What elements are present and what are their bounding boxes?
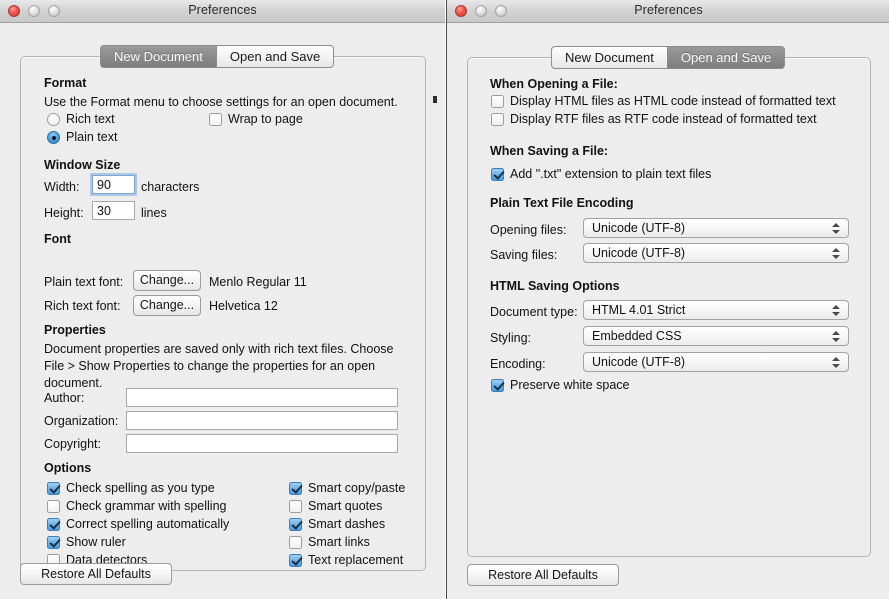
encoding-select[interactable]: Unicode (UTF-8) [583, 352, 849, 372]
width-input[interactable] [92, 175, 135, 194]
restore-all-defaults-button-left[interactable]: Restore All Defaults [20, 563, 172, 585]
html-saving-options-heading: HTML Saving Options [490, 279, 620, 293]
when-saving-heading: When Saving a File: [490, 144, 609, 158]
checkbox-show-ruler-label: Show ruler [66, 535, 126, 549]
checkbox-display-html-as-code-label: Display HTML files as HTML code instead … [510, 94, 836, 108]
encoding-value: Unicode (UTF-8) [592, 355, 686, 369]
checkbox-show-ruler[interactable] [47, 536, 60, 549]
checkbox-check-spelling-as-you-type-label: Check spelling as you type [66, 481, 215, 495]
width-unit-label: characters [141, 180, 200, 194]
rich-text-font-value: Helvetica 12 [209, 299, 278, 313]
organization-label: Organization: [44, 414, 119, 428]
checkbox-display-rtf-as-code[interactable] [491, 113, 504, 126]
height-unit-label: lines [141, 206, 167, 220]
opening-files-encoding-value: Unicode (UTF-8) [592, 221, 686, 235]
opening-files-encoding-select[interactable]: Unicode (UTF-8) [583, 218, 849, 238]
checkbox-correct-spelling-automatically-label: Correct spelling automatically [66, 517, 230, 531]
author-input[interactable] [126, 388, 398, 407]
plain-text-font-value: Menlo Regular 11 [209, 275, 307, 289]
organization-input[interactable] [126, 411, 398, 430]
checkbox-check-spelling-as-you-type[interactable] [47, 482, 60, 495]
preferences-window-new-document: Preferences New Document Open and Save F… [0, 0, 445, 599]
saving-files-encoding-select[interactable]: Unicode (UTF-8) [583, 243, 849, 263]
when-opening-heading: When Opening a File: [490, 77, 618, 91]
window-body-left: New Document Open and Save Format Use th… [0, 23, 445, 599]
styling-label: Styling: [490, 331, 531, 345]
format-heading: Format [44, 76, 87, 90]
chevron-updown-icon [832, 247, 841, 261]
properties-description: Document properties are saved only with … [44, 342, 394, 390]
checkbox-smart-dashes[interactable] [289, 518, 302, 531]
checkbox-wrap-to-page-label: Wrap to page [228, 112, 303, 126]
checkbox-text-replacement-label: Text replacement [308, 553, 404, 567]
tab-new-document[interactable]: New Document [100, 45, 216, 68]
document-type-select[interactable]: HTML 4.01 Strict [583, 300, 849, 320]
encoding-label: Encoding: [490, 357, 546, 371]
window-edge-marker[interactable] [433, 96, 437, 103]
plain-text-font-label: Plain text font: [44, 275, 124, 289]
tab-open-and-save[interactable]: Open and Save [666, 46, 786, 69]
options-heading: Options [44, 461, 92, 475]
checkbox-smart-copy-paste-label: Smart copy/paste [308, 481, 406, 495]
opening-files-label: Opening files: [490, 223, 567, 237]
chevron-updown-icon [832, 222, 841, 236]
styling-value: Embedded CSS [592, 329, 682, 343]
checkbox-smart-links[interactable] [289, 536, 302, 549]
titlebar-left[interactable]: Preferences [0, 0, 445, 23]
preferences-window-open-and-save: Preferences New Document Open and Save W… [446, 0, 889, 599]
saving-files-label: Saving files: [490, 248, 558, 262]
chevron-updown-icon [832, 330, 841, 344]
radio-rich-text-label: Rich text [66, 112, 115, 126]
chevron-updown-icon [832, 304, 841, 318]
copyright-input[interactable] [126, 434, 398, 453]
rich-text-font-change-button[interactable]: Change... [133, 295, 201, 316]
checkbox-smart-links-label: Smart links [308, 535, 370, 549]
tab-bar-right: New Document Open and Save [551, 46, 786, 69]
document-type-label: Document type: [490, 305, 578, 319]
tab-bar-left: New Document Open and Save [100, 45, 335, 68]
format-description: Use the Format menu to choose settings f… [44, 95, 398, 109]
checkbox-add-txt-extension-label: Add ".txt" extension to plain text files [510, 167, 712, 181]
checkbox-check-grammar-with-spelling[interactable] [47, 500, 60, 513]
saving-files-encoding-value: Unicode (UTF-8) [592, 246, 686, 260]
checkbox-correct-spelling-automatically[interactable] [47, 518, 60, 531]
checkbox-smart-quotes-label: Smart quotes [308, 499, 383, 513]
window-title: Preferences [634, 3, 703, 17]
checkbox-display-html-as-code[interactable] [491, 95, 504, 108]
width-label: Width: [44, 180, 80, 194]
copyright-label: Copyright: [44, 437, 101, 451]
checkbox-smart-quotes[interactable] [289, 500, 302, 513]
author-label: Author: [44, 391, 85, 405]
screen: Preferences New Document Open and Save F… [0, 0, 889, 599]
checkbox-display-rtf-as-code-label: Display RTF files as RTF code instead of… [510, 112, 817, 126]
checkbox-preserve-white-space[interactable] [491, 379, 504, 392]
properties-heading: Properties [44, 323, 106, 337]
plain-text-encoding-heading: Plain Text File Encoding [490, 196, 634, 210]
height-label: Height: [44, 206, 84, 220]
checkbox-text-replacement[interactable] [289, 554, 302, 567]
plain-text-font-change-button[interactable]: Change... [133, 270, 201, 291]
restore-all-defaults-button-right[interactable]: Restore All Defaults [467, 564, 619, 586]
radio-plain-text[interactable] [47, 131, 60, 144]
checkbox-check-grammar-with-spelling-label: Check grammar with spelling [66, 499, 227, 513]
checkbox-add-txt-extension[interactable] [491, 168, 504, 181]
tab-open-and-save[interactable]: Open and Save [215, 45, 335, 68]
font-heading: Font [44, 232, 72, 246]
chevron-updown-icon [832, 356, 841, 370]
window-title: Preferences [188, 3, 257, 17]
radio-plain-text-label: Plain text [66, 130, 118, 144]
styling-select[interactable]: Embedded CSS [583, 326, 849, 346]
radio-rich-text[interactable] [47, 113, 60, 126]
checkbox-smart-copy-paste[interactable] [289, 482, 302, 495]
checkbox-smart-dashes-label: Smart dashes [308, 517, 386, 531]
window-body-right: New Document Open and Save When Opening … [447, 23, 889, 599]
tab-new-document[interactable]: New Document [551, 46, 667, 69]
height-input[interactable] [92, 201, 135, 220]
rich-text-font-label: Rich text font: [44, 299, 121, 313]
checkbox-preserve-white-space-label: Preserve white space [510, 378, 630, 392]
document-type-value: HTML 4.01 Strict [592, 303, 686, 317]
checkbox-wrap-to-page[interactable] [209, 113, 222, 126]
titlebar-right[interactable]: Preferences [447, 0, 889, 23]
window-size-heading: Window Size [44, 158, 121, 172]
